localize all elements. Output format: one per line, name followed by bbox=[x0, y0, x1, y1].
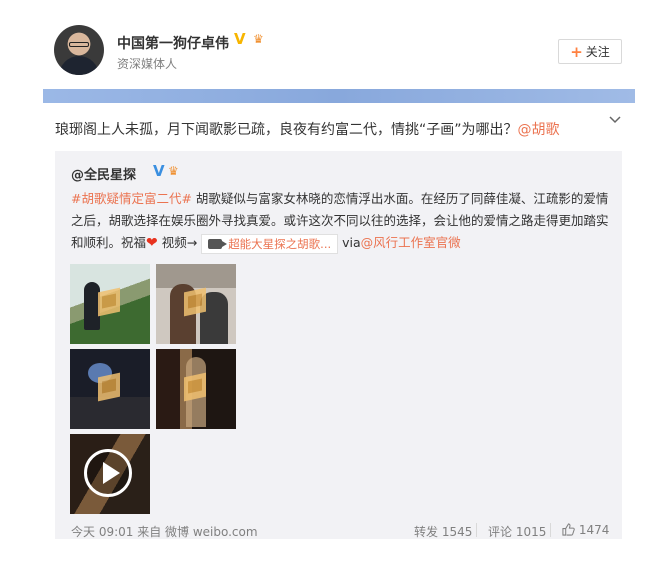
photo-thumbnail-2[interactable] bbox=[156, 264, 236, 344]
repost-user-link[interactable]: @全民星探 bbox=[71, 164, 136, 183]
photo-thumbnail-4[interactable] bbox=[156, 349, 236, 429]
video-icon bbox=[208, 238, 228, 249]
verified-v-icon: V bbox=[153, 162, 165, 180]
post-body: 琅琊阁上人未孤，月下闻歌影已疏，良夜有约富二代，情挑“子画”为哪出？@胡歌 bbox=[55, 119, 560, 139]
comment-count: 1015 bbox=[515, 525, 547, 539]
video-title: 超能大星探之胡歌... bbox=[228, 236, 332, 251]
hashtag-link[interactable]: #胡歌疑情定富二代# bbox=[71, 191, 192, 206]
repost-text: #胡歌疑情定富二代# 胡歌疑似与富家女林晓的恋情浮出水面。在经历了同薛佳凝、江疏… bbox=[71, 188, 611, 254]
crown-icon: ♛ bbox=[253, 32, 264, 46]
video-thumbnail[interactable] bbox=[70, 434, 150, 514]
repost-box: @全民星探 V ♛ #胡歌疑情定富二代# 胡歌疑似与富家女林晓的恋情浮出水面。在… bbox=[55, 151, 622, 539]
via-prefix: via bbox=[338, 235, 361, 250]
repost-label: 转发 bbox=[414, 525, 439, 539]
thumbs-up-icon bbox=[562, 523, 575, 536]
post-mention-link[interactable]: @胡歌 bbox=[518, 122, 560, 138]
play-icon[interactable] bbox=[84, 449, 132, 497]
crown-icon: ♛ bbox=[168, 164, 179, 178]
video-link-card[interactable]: 超能大星探之胡歌... bbox=[201, 233, 339, 254]
banner-strip bbox=[43, 89, 635, 103]
time-source: 今天 09:01 来自 微博 weibo.com bbox=[71, 525, 258, 539]
author-name[interactable]: 中国第一狗仔卓伟 bbox=[117, 33, 229, 53]
comment-label: 评论 bbox=[488, 525, 513, 539]
comment-action[interactable]: 评论 1015 bbox=[488, 523, 546, 540]
heart-icon: ❤ bbox=[146, 235, 158, 251]
author-avatar[interactable] bbox=[54, 25, 104, 75]
photo-thumbnail-3[interactable] bbox=[70, 349, 150, 429]
like-count: 1474 bbox=[578, 523, 610, 537]
repost-count: 1545 bbox=[441, 525, 473, 539]
plus-icon: + bbox=[570, 42, 583, 61]
via-link[interactable]: @风行工作室官微 bbox=[361, 235, 461, 250]
follow-button[interactable]: + 关注 bbox=[558, 39, 622, 64]
post-body-text: 琅琊阁上人未孤，月下闻歌影已疏，良夜有约富二代，情挑“子画”为哪出？ bbox=[55, 122, 518, 138]
chevron-down-icon[interactable] bbox=[608, 113, 622, 127]
author-subtitle: 资深媒体人 bbox=[117, 57, 178, 71]
video-arrow-text: 视频→ bbox=[157, 235, 198, 250]
divider bbox=[550, 523, 551, 537]
verified-v-icon: V bbox=[234, 30, 246, 48]
follow-label: 关注 bbox=[585, 45, 610, 59]
photo-thumbnail-1[interactable] bbox=[70, 264, 150, 344]
like-action[interactable]: 1474 bbox=[562, 523, 609, 537]
divider bbox=[476, 523, 477, 537]
repost-action[interactable]: 转发 1545 bbox=[414, 523, 472, 540]
